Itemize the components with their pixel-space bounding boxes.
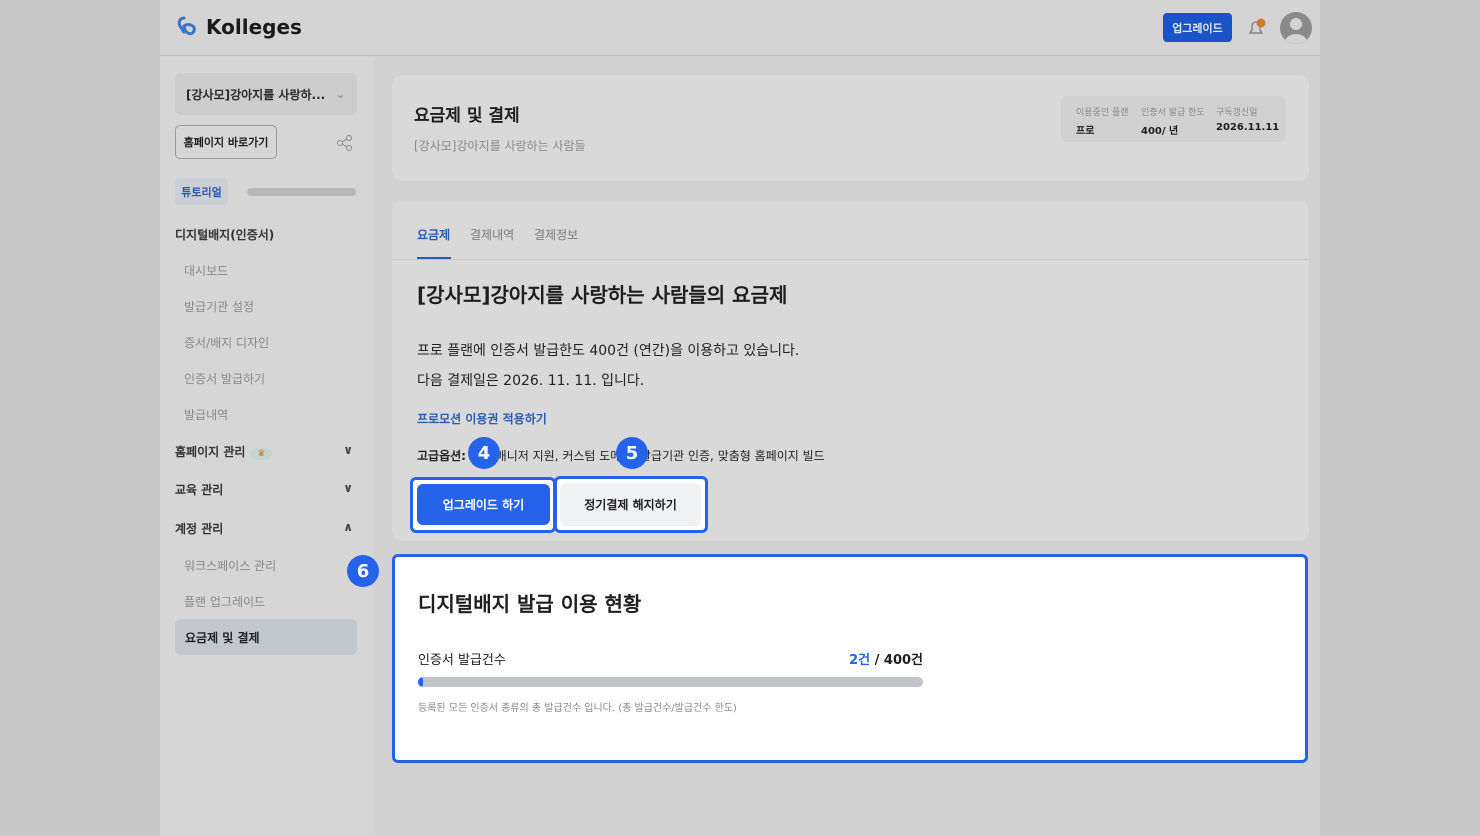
section-label: 홈페이지 관리 [175,445,246,459]
sidebar-item-history[interactable]: 발급내역 [184,406,228,423]
total-count: / 400건 [870,653,923,668]
options-label: 고급옵션: [417,449,466,463]
section-label: 계정 관리 [175,522,224,536]
logo-icon [177,16,196,36]
upgrade-button[interactable]: 업그레이드 하기 [417,484,550,525]
sidebar-item-workspace[interactable]: 워크스페이스 관리 [184,557,276,574]
header-upgrade-button[interactable]: 업그레이드 [1163,13,1232,42]
usage-title: 디지털배지 발급 이용 현황 [418,592,642,616]
chevron-down-icon: ∨ [343,481,353,495]
usage-note: 등록된 모든 인증서 종류의 총 발급건수 입니다. (총 발급건수/발급건수 … [418,703,737,714]
section-label: 교육 관리 [175,483,224,497]
share-icon[interactable] [336,134,354,156]
renew-label: 구독갱신일 [1216,108,1258,118]
sidebar-item-issuer-settings[interactable]: 발급기관 설정 [184,298,254,315]
sidebar: [강사모]강아지를 사랑하... ⌄ 홈페이지 바로가기 튜토리얼 디지털배지(인… [160,57,373,836]
sidebar-section-account[interactable]: 계정 관리 ∧ [175,520,357,537]
plan-description: 프로 플랜에 인증서 발급한도 400건 (연간)을 이용하고 있습니다. [417,343,800,359]
plan-info-box: 이용중인 플랜 프로 인증서 발급 한도 400/ 년 구독갱신일 2026.1… [1061,96,1286,142]
sidebar-section-homepage[interactable]: 홈페이지 관리 ♛ ∨ [175,443,357,460]
callout-badge-5: 5 [616,437,648,469]
chevron-down-icon: ∨ [343,443,353,457]
sidebar-section-badges[interactable]: 디지털배지(인증서) [175,226,357,243]
page-header-card: 요금제 및 결제 [강사모]강아지를 사랑하는 사람들 이용중인 플랜 프로 인… [392,75,1309,181]
logo[interactable]: Kolleges [176,14,302,40]
callout-badge-4: 4 [468,437,500,469]
brand-name: Kolleges [206,15,302,39]
usage-progress [418,677,923,687]
page-title: 요금제 및 결제 [414,106,520,126]
active-tab-indicator [417,257,451,259]
notification-button[interactable] [1246,18,1268,42]
tabs: 요금제 결제내역 결제정보 [392,201,1309,260]
callout-badge-6: 6 [347,555,379,587]
limit-value: 400/ 년 [1141,126,1179,137]
sidebar-item-plan-upgrade[interactable]: 플랜 업그레이드 [184,593,265,610]
tab-plan[interactable]: 요금제 [417,226,450,243]
workspace-select[interactable]: [강사모]강아지를 사랑하... ⌄ [175,73,357,115]
sidebar-section-education[interactable]: 교육 관리 ∨ [175,481,357,498]
sidebar-item-dashboard[interactable]: 대시보드 [184,262,228,279]
crown-icon: ♛ [251,448,272,460]
usage-label: 인증서 발급건수 [418,653,506,668]
sidebar-item-billing[interactable]: 요금제 및 결제 [175,619,357,655]
sidebar-item-design[interactable]: 증서/배지 디자인 [184,334,269,351]
workspace-subtitle: [강사모]강아지를 사랑하는 사람들 [414,139,586,153]
used-count: 2건 [849,653,871,668]
usage-count: 2건 / 400건 [785,649,923,668]
avatar[interactable] [1280,12,1312,44]
tutorial-progress [247,188,356,196]
tutorial-button[interactable]: 튜토리얼 [175,178,228,205]
renew-value: 2026.11.11 [1216,122,1280,133]
chevron-down-icon: ⌄ [335,87,345,101]
plan-label: 이용중인 플랜 [1076,108,1129,118]
limit-label: 인증서 발급 한도 [1141,108,1205,118]
tab-payment-info[interactable]: 결제정보 [534,226,578,243]
cancel-subscription-button[interactable]: 정기결제 해지하기 [560,483,701,526]
plan-value: 프로 [1076,126,1095,137]
tab-payment-history[interactable]: 결제내역 [470,226,514,243]
home-link-button[interactable]: 홈페이지 바로가기 [175,125,277,159]
workspace-name: [강사모]강아지를 사랑하... [186,87,326,102]
top-bar: Kolleges 업그레이드 [160,0,1320,56]
next-payment: 다음 결제일은 2026. 11. 11. 입니다. [417,373,645,389]
user-icon [1285,18,1307,44]
promo-link[interactable]: 프로모션 이용권 적용하기 [417,410,547,427]
usage-card: 디지털배지 발급 이용 현황 인증서 발급건수 2건 / 400건 등록된 모든… [392,554,1308,763]
plan-title: [강사모]강아지를 사랑하는 사람들의 요금제 [417,283,788,307]
usage-progress-fill [418,677,424,687]
sidebar-item-issue[interactable]: 인증서 발급하기 [184,370,265,387]
chevron-up-icon: ∧ [343,520,353,534]
bell-icon [1248,18,1266,34]
